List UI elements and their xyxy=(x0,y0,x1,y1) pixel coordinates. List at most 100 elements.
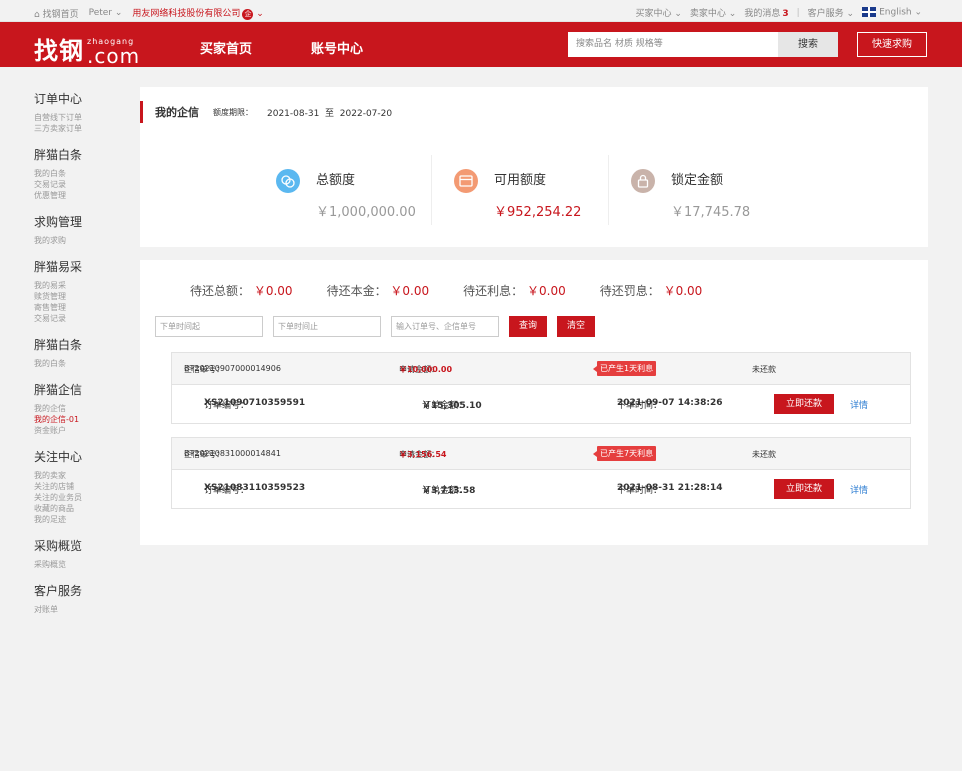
sidebar-group-title: 关注中心 xyxy=(34,450,83,464)
order-amount: 订单金额： ￥15,305.10 xyxy=(422,401,482,411)
credit-header: 我的企信 额度期限： 2021-08-31 至 2022-07-20 xyxy=(140,101,392,123)
order-header-row: 企信单号： BT20210907000014906 申请金额： ￥10,000.00… xyxy=(172,353,910,385)
sidebar-group: 关注中心我的卖家 关注的店铺 关注的业务员 收藏的商品 我的足迹 xyxy=(34,448,134,525)
sidebar-group-title: 胖猫易采 xyxy=(34,260,83,274)
card-icon xyxy=(454,169,478,193)
sidebar-item[interactable]: 我的求购 xyxy=(34,235,134,246)
messages-count: 3 xyxy=(782,9,789,19)
coin-icon xyxy=(276,169,300,193)
sidebar-item[interactable]: 收藏的商品 xyxy=(34,503,134,514)
order-time-start-input[interactable]: 下单时间起 xyxy=(155,316,263,337)
summary-interest: 待还利息： ￥0.00 xyxy=(463,284,566,298)
uk-flag-icon xyxy=(862,7,877,18)
period-label: 额度期限： xyxy=(213,107,253,117)
sidebar-item[interactable]: 自营线下订单 xyxy=(34,112,134,123)
order-time: 下单时间： 2021-08-31 21:28:14 xyxy=(617,483,723,496)
search-input[interactable]: 搜索品名 材质 规格等 xyxy=(568,32,778,57)
sidebar-group: 胖猫白条 我的白条 交易记录 优惠管理 xyxy=(34,146,134,201)
sidebar-item[interactable]: 三方卖家订单 xyxy=(34,123,134,134)
nav-buyer-home[interactable]: 买家首页 xyxy=(200,38,252,57)
order-detail-row: 订单编号： XS21083110359523 订单金额： ￥3,713.58 下单时… xyxy=(172,470,910,508)
repay-now-button[interactable]: 立即还款 xyxy=(774,394,834,414)
buyer-center-menu[interactable]: 买家中心 ⌄ xyxy=(636,6,682,19)
sidebar-group-title: 胖猫白条 xyxy=(34,338,83,352)
query-button[interactable]: 查询 xyxy=(509,316,548,337)
sidebar-item[interactable]: 采购概览 xyxy=(34,559,134,570)
sidebar-item[interactable]: 我的足迹 xyxy=(34,514,134,525)
user-menu[interactable]: Peter ⌄ xyxy=(89,8,123,18)
nav-account-center[interactable]: 账号中心 xyxy=(311,38,363,57)
order-card: 企信单号： BT20210907000014906 申请金额： ￥10,000.00… xyxy=(171,352,911,424)
sidebar-group: 求购管理 我的求购 xyxy=(34,213,134,246)
stat-label: 可用额度 xyxy=(494,173,547,188)
detail-link[interactable]: 详情 xyxy=(850,398,868,411)
home-link[interactable]: ⌂ 找钢首页 xyxy=(34,7,79,20)
filter-bar: 下单时间起 下单时间止 输入订单号、企信单号 查询 清空 xyxy=(155,316,596,337)
sidebar-group: 胖猫易采我的易采 赎货管理 寄售管理 交易记录 xyxy=(34,258,134,324)
sidebar: 订单中心 自营线下订单 三方卖家订单 胖猫白条 我的白条 交易记录 优惠管理 求购管理 我的求购… xyxy=(34,90,134,627)
interest-tag: 已产生7天利息 xyxy=(592,446,657,461)
summary-penalty: 待还罚息： ￥0.00 xyxy=(599,284,703,298)
language-switcher[interactable]: English ⌄ xyxy=(862,7,922,18)
sidebar-group-title: 胖猫企信 xyxy=(34,383,83,397)
company-switcher[interactable]: 用友网络科技股份有限公司企 ⌄ xyxy=(132,6,264,20)
sidebar-item[interactable]: 寄售管理 xyxy=(34,302,134,313)
divider xyxy=(608,155,609,225)
search-button[interactable]: 搜索 xyxy=(778,32,838,57)
sidebar-group-title: 客户服务 xyxy=(34,584,83,598)
sidebar-item[interactable]: 对账单 xyxy=(34,604,134,615)
order-time-end-input[interactable]: 下单时间止 xyxy=(273,316,381,337)
repay-status: 未还款 xyxy=(752,365,776,374)
sidebar-item[interactable]: 交易记录 xyxy=(34,179,134,190)
order-time: 下单时间： 2021-09-07 14:38:26 xyxy=(617,398,723,411)
detail-link[interactable]: 详情 xyxy=(850,483,868,496)
order-detail-row: 订单编号： XS21090710359591 订单金额： ￥15,305.10 下单… xyxy=(172,385,910,423)
quick-buy-button[interactable]: 快速求购 xyxy=(857,32,927,57)
repay-now-button[interactable]: 立即还款 xyxy=(774,479,834,499)
order-amount: 订单金额： ￥3,713.58 xyxy=(422,486,476,496)
sidebar-item[interactable]: 赎货管理 xyxy=(34,291,134,302)
sidebar-item[interactable]: 资金账户 xyxy=(34,425,134,436)
order-number: 订单编号： XS21090710359591 xyxy=(204,398,306,411)
repayment-list-card: 待还总额： ￥0.00 待还本金： ￥0.00 待还利息： ￥0.00 待还罚息… xyxy=(140,260,928,545)
stat-label: 总额度 xyxy=(316,173,356,188)
sidebar-item[interactable]: 我的企信-01 xyxy=(34,414,134,425)
sidebar-item[interactable]: 我的白条 xyxy=(34,358,134,369)
sidebar-group: 胖猫白条 我的白条 xyxy=(34,336,134,369)
period-range: 2021-08-31 至 2022-07-20 xyxy=(267,108,393,119)
page-title: 我的企信 xyxy=(155,106,199,119)
order-header-row: 企信单号： BT20210831000014841 申请金额： ￥3,156.54 … xyxy=(172,438,910,470)
site-logo[interactable]: 找钢 zhaogang .com xyxy=(34,31,140,66)
sidebar-item[interactable]: 我的卖家 xyxy=(34,470,134,481)
repayment-summary: 待还总额： ￥0.00 待还本金： ￥0.00 待还利息： ￥0.00 待还罚息… xyxy=(190,282,702,299)
sidebar-item[interactable]: 我的易采 xyxy=(34,280,134,291)
sidebar-item[interactable]: 交易记录 xyxy=(34,313,134,324)
order-number-input[interactable]: 输入订单号、企信单号 xyxy=(391,316,499,337)
interest-tag: 已产生1天利息 xyxy=(592,361,657,376)
messages-link[interactable]: 我的消息 3 xyxy=(744,6,788,19)
sidebar-item[interactable]: 我的白条 xyxy=(34,168,134,179)
divider: | xyxy=(796,7,800,18)
sidebar-item[interactable]: 关注的业务员 xyxy=(34,492,134,503)
lock-icon xyxy=(631,169,655,193)
sidebar-item[interactable]: 我的企信 xyxy=(34,403,134,414)
sidebar-group: 胖猫企信我的企信 我的企信-01 资金账户 xyxy=(34,381,134,436)
stat-value: ￥1,000,000.00 xyxy=(316,205,416,220)
summary-total: 待还总额： ￥0.00 xyxy=(190,284,293,298)
sidebar-group-title: 求购管理 xyxy=(34,215,83,229)
sidebar-group: 客户服务 对账单 xyxy=(34,582,134,615)
sidebar-item[interactable]: 关注的店铺 xyxy=(34,481,134,492)
order-number: 订单编号： XS21083110359523 xyxy=(204,483,306,496)
main-header: 找钢 zhaogang .com 买家首页 账号中心 搜索品名 材质 规格等 搜索… xyxy=(0,22,962,67)
sidebar-group-title: 采购概览 xyxy=(34,539,83,553)
divider xyxy=(431,155,432,225)
seller-center-menu[interactable]: 卖家中心 ⌄ xyxy=(690,6,736,19)
clear-button[interactable]: 清空 xyxy=(557,316,596,337)
credit-overview-card: 我的企信 额度期限： 2021-08-31 至 2022-07-20 总额度 ￥… xyxy=(140,87,928,247)
stat-label: 锁定金额 xyxy=(671,173,724,188)
repay-status: 未还款 xyxy=(752,450,776,459)
sidebar-group: 采购概览 采购概览 xyxy=(34,537,134,570)
customer-service-menu[interactable]: 客户服务 ⌄ xyxy=(808,6,854,19)
sidebar-item[interactable]: 优惠管理 xyxy=(34,190,134,201)
stat-value: ￥952,254.22 xyxy=(494,205,582,220)
